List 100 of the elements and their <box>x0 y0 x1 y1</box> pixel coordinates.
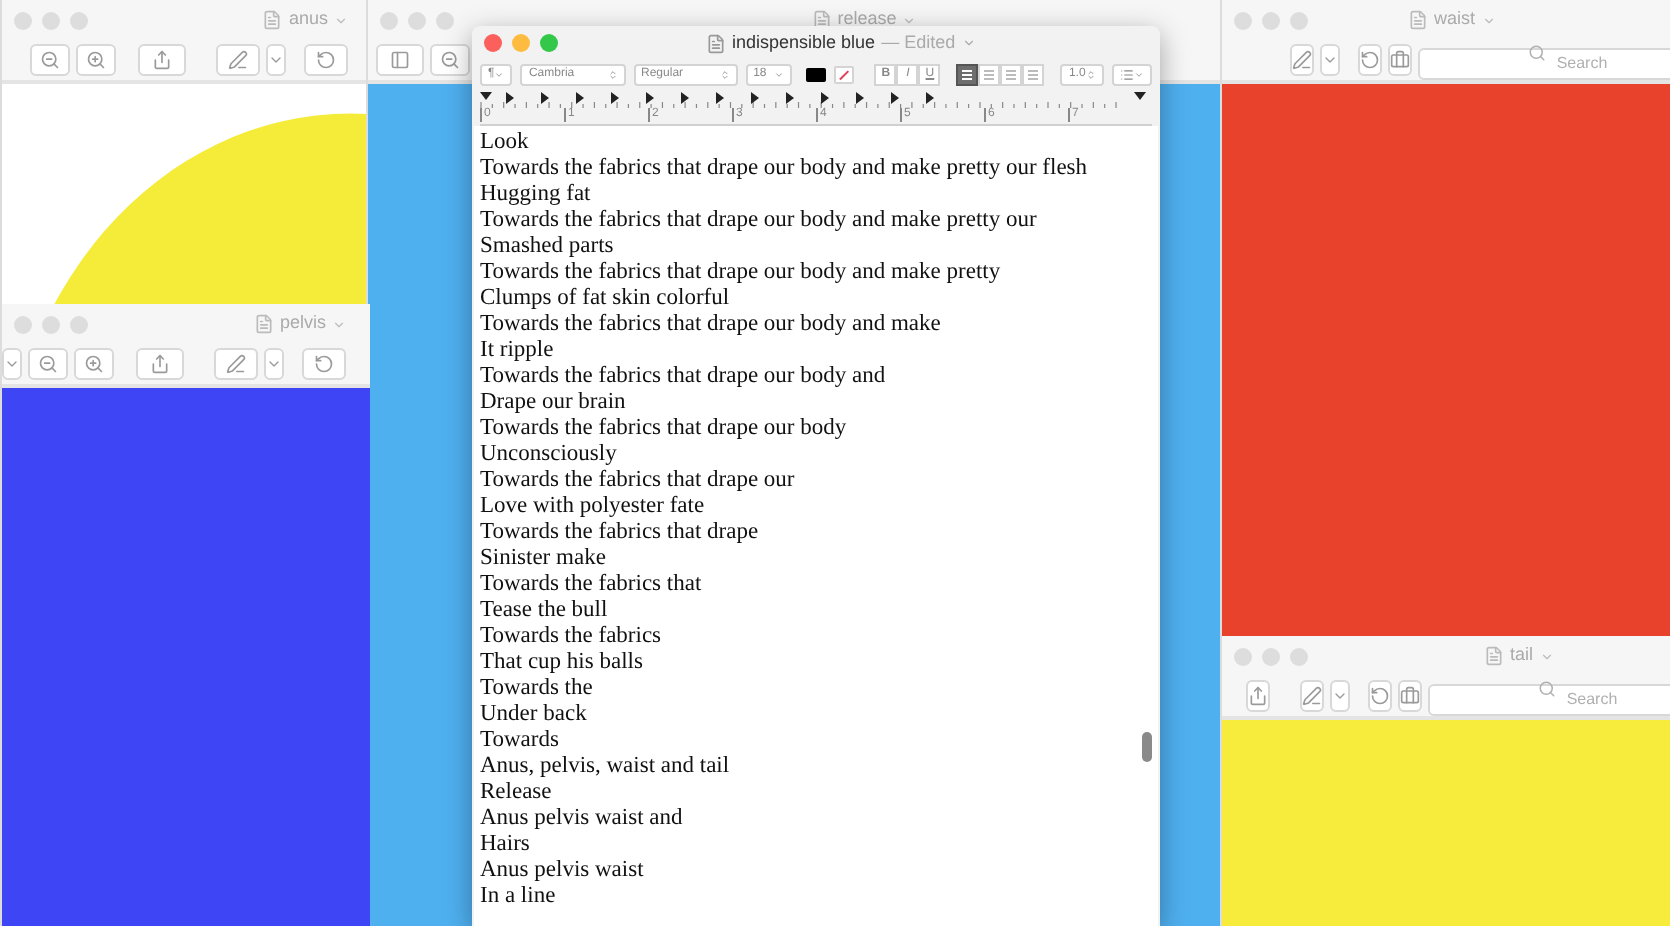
share-icon <box>152 50 172 70</box>
zoom-out-button[interactable] <box>30 44 70 76</box>
rotate-button[interactable] <box>304 44 348 76</box>
search-field[interactable]: Search <box>1428 683 1670 715</box>
rotate-button[interactable] <box>1358 44 1382 76</box>
dropdown-button[interactable] <box>2 348 22 380</box>
dropdown-button[interactable] <box>264 348 284 380</box>
text-line: Release <box>480 780 554 806</box>
text-line: Towards the fabrics that drape our body and make pretty <box>480 260 1003 286</box>
caret-icon <box>1322 52 1338 68</box>
rotate-button[interactable] <box>302 348 346 380</box>
toolbox-icon <box>1390 50 1410 70</box>
caret-icon <box>494 69 505 79</box>
share-icon <box>150 354 170 374</box>
caret-icon <box>1332 688 1348 704</box>
dropdown-button[interactable] <box>266 44 286 76</box>
zoom-out-button[interactable] <box>430 44 470 76</box>
window-title: tail <box>1510 642 1534 669</box>
text-line: Towards the fabrics that drape our body and <box>480 364 888 390</box>
zoom-out-icon <box>40 50 60 70</box>
window-title: pelvis <box>279 310 326 337</box>
document-icon <box>253 314 274 334</box>
caret-icon <box>268 52 284 68</box>
text-line: Smashed parts <box>480 234 616 260</box>
search-field[interactable]: Search <box>1418 47 1670 79</box>
share-button[interactable] <box>1246 680 1270 712</box>
zoom-in-button[interactable] <box>74 348 114 380</box>
text-line: Hugging fat <box>480 182 593 208</box>
stepper-arrows-icon <box>1086 69 1096 79</box>
markup-button[interactable] <box>1300 680 1324 712</box>
window-title: indispensible blue <box>732 29 876 56</box>
text-line: Sinister make <box>480 546 608 572</box>
caret-icon <box>332 317 346 331</box>
document-icon <box>706 33 726 53</box>
scrollbar-thumb[interactable] <box>1142 732 1152 762</box>
text-line: Towards the fabrics that drape our body <box>480 416 849 442</box>
rotate-icon <box>1370 686 1390 706</box>
text-line: Towards the fabrics <box>480 624 664 650</box>
zoom-in-icon <box>86 50 106 70</box>
close-button[interactable] <box>484 34 502 52</box>
zoom-button[interactable] <box>540 34 558 52</box>
markup-button[interactable] <box>214 348 258 380</box>
text-line: Anus, pelvis, waist and tail <box>480 754 732 780</box>
rotate-icon <box>316 50 336 70</box>
text-line: Towards the fabrics that <box>480 572 704 598</box>
zoom-out-icon <box>38 354 58 374</box>
markup-button[interactable] <box>216 44 260 76</box>
alignment-button[interactable] <box>956 63 979 85</box>
dropdown-button[interactable] <box>1320 44 1340 76</box>
text-line: Anus pelvis waist <box>480 858 646 884</box>
text-line: Towards the <box>480 676 595 702</box>
highlight-color-well[interactable] <box>833 65 855 83</box>
stepper-arrows-icon <box>719 69 730 79</box>
caret-icon <box>1539 649 1554 663</box>
sidebar-button[interactable] <box>376 44 424 76</box>
list-button[interactable] <box>1112 63 1152 85</box>
pen-icon <box>1292 50 1312 70</box>
search-icon <box>1528 44 1546 62</box>
toolbox-button[interactable] <box>1388 44 1412 76</box>
document-icon <box>811 10 832 30</box>
stepper-arrows-icon <box>607 69 618 79</box>
zoom-in-button[interactable] <box>76 44 116 76</box>
list-icon <box>1120 67 1134 81</box>
text-line: Anus pelvis waist and <box>480 806 685 832</box>
share-button[interactable] <box>136 348 184 380</box>
text-line: Hairs <box>480 832 532 858</box>
text-line: That cup his balls <box>480 650 645 676</box>
text-color-well[interactable] <box>805 67 826 81</box>
text-line: Towards the fabrics that drape <box>480 520 761 546</box>
toolbox-icon <box>1400 686 1420 706</box>
toolbox-button[interactable] <box>1398 680 1422 712</box>
document-icon <box>262 10 283 30</box>
search-icon <box>1538 680 1556 698</box>
caret-icon <box>902 13 917 27</box>
caret-icon <box>334 13 348 27</box>
rotate-button[interactable] <box>1368 680 1392 712</box>
pen-icon <box>228 50 248 70</box>
minimize-button[interactable] <box>512 34 530 52</box>
text-line: Look <box>480 130 531 156</box>
text-line: Clumps of fat skin colorful <box>480 286 732 312</box>
text-line: Love with polyester fate <box>480 494 707 520</box>
text-line: Tease the bull <box>480 598 610 624</box>
window-title: anus <box>288 6 328 33</box>
share-button[interactable] <box>138 44 186 76</box>
rotate-icon <box>314 354 334 374</box>
markup-button[interactable] <box>1290 44 1314 76</box>
text-line: Under back <box>480 702 589 728</box>
text-line: In a line <box>480 884 558 910</box>
caret-icon <box>1481 13 1496 27</box>
text-line: Towards the fabrics that drape our <box>480 468 797 494</box>
edited-status: — Edited <box>881 29 956 56</box>
text-line: Unconsciously <box>480 442 619 468</box>
zoom-out-button[interactable] <box>28 348 68 380</box>
caret-icon <box>961 36 976 50</box>
pen-icon <box>1302 686 1322 706</box>
window-title: waist <box>1434 6 1476 33</box>
caret-icon <box>773 69 784 79</box>
text-line: Towards the fabrics that drape our body and make <box>480 312 943 338</box>
dropdown-button[interactable] <box>1330 680 1350 712</box>
text-line: Towards the fabrics that drape our body and make pretty our <box>480 208 1039 234</box>
